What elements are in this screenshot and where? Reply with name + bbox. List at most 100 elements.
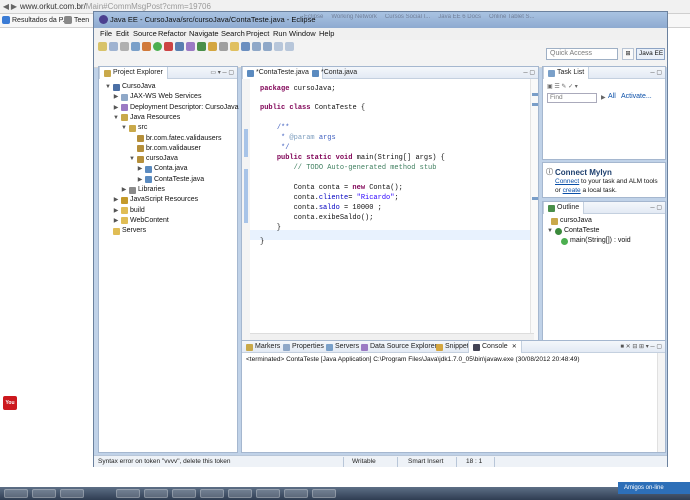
save-icon[interactable] [109, 42, 118, 51]
tab-data-source-explorer[interactable]: Data Source Explorer [357, 341, 441, 353]
new-package-icon[interactable] [186, 42, 195, 51]
outline-controls-icon[interactable]: ─ ▢ [650, 204, 662, 211]
tab-console[interactable]: Console ✕ [468, 341, 522, 353]
tree-item[interactable]: ▶ build [113, 206, 145, 216]
window-titlebar[interactable]: Java EE - CursoJava/src/cursoJava/ContaT… [94, 12, 667, 28]
tree-item[interactable]: ▼ Java Resources [113, 113, 180, 123]
menu-search[interactable]: Search [221, 29, 245, 38]
tab-conta-java[interactable]: *Conta.java [308, 67, 361, 79]
open-type-icon[interactable] [208, 42, 217, 51]
back-icon[interactable] [274, 42, 283, 51]
taskbar-button[interactable] [228, 489, 252, 498]
tab-outline[interactable]: Outline [543, 202, 585, 214]
menu-navigate[interactable]: Navigate [189, 29, 219, 38]
new-java-project-icon[interactable] [175, 42, 184, 51]
taskbar-button[interactable] [60, 489, 84, 498]
bookmark-item[interactable]: Teen [64, 16, 89, 24]
taskbar-button[interactable] [284, 489, 308, 498]
tree-item[interactable]: ▼ cursoJava [129, 154, 178, 164]
perspective-java-ee[interactable]: Java EE [636, 48, 665, 60]
server-icon[interactable] [131, 42, 140, 51]
forward-icon[interactable] [285, 42, 294, 51]
collapse-arrow-icon[interactable]: ▼ [113, 113, 119, 123]
task-find-input[interactable]: Find [547, 93, 597, 103]
new-class-icon[interactable] [197, 42, 206, 51]
tab-project-explorer[interactable]: Project Explorer [99, 67, 168, 79]
collapse-arrow-icon[interactable]: ▼ [121, 123, 127, 133]
outline-method[interactable]: main(String[]) : void [561, 236, 631, 246]
forward-arrow-icon[interactable]: ▶ [10, 2, 18, 11]
external-tools-icon[interactable] [164, 42, 173, 51]
view-menu-icon[interactable]: ▭ ▾ ─ ▢ [210, 69, 234, 76]
mylyn-connect-link[interactable]: Connect [555, 178, 579, 185]
tree-item[interactable]: ▶ Libraries [121, 185, 165, 195]
task-list-controls-icon[interactable]: ─ ▢ [650, 69, 662, 76]
editor-minmax-icon[interactable]: ─ ▢ [523, 69, 535, 76]
menu-edit[interactable]: Edit [116, 29, 129, 38]
tree-item[interactable]: ▼ CursoJava [105, 82, 155, 92]
expand-arrow-icon[interactable]: ▶ [121, 185, 127, 195]
tree-item[interactable]: br.com.validauser [129, 144, 201, 154]
expand-arrow-icon[interactable]: ▶ [601, 94, 606, 101]
tree-item[interactable]: ▼ src [121, 123, 147, 133]
taskbar-button[interactable] [172, 489, 196, 498]
console-toolbar-icons[interactable]: ■ ✕ ⊟ ⊞ ▾ ─ ▢ [620, 343, 662, 350]
new-icon[interactable] [98, 42, 107, 51]
collapse-arrow-icon[interactable]: ▼ [129, 154, 135, 164]
youtube-icon[interactable]: You [3, 396, 17, 410]
expand-arrow-icon[interactable]: ▶ [113, 92, 119, 102]
menu-file[interactable]: File [100, 29, 112, 38]
debug-icon[interactable] [142, 42, 151, 51]
console-vertical-scrollbar[interactable] [657, 353, 665, 452]
previous-annotation-icon[interactable] [263, 42, 272, 51]
expand-arrow-icon[interactable]: ▶ [113, 195, 119, 205]
tree-item[interactable]: ▶ Deployment Descriptor: CursoJava [113, 103, 239, 113]
toggle-mark-icon[interactable] [241, 42, 250, 51]
search-icon[interactable] [219, 42, 228, 51]
menu-source[interactable]: Source [133, 29, 157, 38]
taskbar-button[interactable] [312, 489, 336, 498]
expand-arrow-icon[interactable]: ▶ [137, 164, 143, 174]
menu-run[interactable]: Run [273, 29, 287, 38]
tree-item[interactable]: ▶ JavaScript Resources [113, 195, 198, 205]
task-toolbar-icons[interactable]: ▣ ☰ ✎ ✓ ▾ [547, 83, 578, 90]
taskbar-button[interactable] [4, 489, 28, 498]
quick-access-input[interactable]: Quick Access [546, 48, 618, 60]
taskbar-button[interactable] [256, 489, 280, 498]
collapse-arrow-icon[interactable]: ▼ [105, 82, 111, 92]
task-all-link[interactable]: All [608, 93, 616, 100]
taskbar-button[interactable] [32, 489, 56, 498]
tree-item[interactable]: ▶ WebContent [113, 216, 169, 226]
outline-class[interactable]: ▼ ContaTeste [547, 226, 599, 236]
tree-item[interactable]: ▶ ContaTeste.java [137, 175, 204, 185]
tree-item[interactable]: br.com.fatec.validausers [129, 134, 221, 144]
tree-item[interactable]: Servers [105, 226, 146, 236]
expand-arrow-icon[interactable]: ▶ [113, 216, 119, 226]
outline-package[interactable]: cursoJava [551, 216, 592, 226]
menu-window[interactable]: Window [289, 29, 316, 38]
amigos-online-button[interactable]: Amigos on-line [618, 482, 690, 494]
tab-task-list[interactable]: Task List [543, 67, 590, 79]
tree-item[interactable]: ▶ Conta.java [137, 164, 187, 174]
open-perspective-icon[interactable]: ⊞ [622, 48, 634, 60]
task-activate-link[interactable]: Activate... [621, 93, 652, 100]
close-icon[interactable]: ✕ [512, 341, 517, 353]
browser-url[interactable]: www.orkut.com.br/Main#CommMsgPost?cmm=19… [20, 2, 211, 11]
tab-properties[interactable]: Properties [279, 341, 328, 353]
menu-project[interactable]: Project [246, 29, 269, 38]
taskbar-button[interactable] [144, 489, 168, 498]
run-icon[interactable] [153, 42, 162, 51]
tree-item[interactable]: ▶ JAX-WS Web Services [113, 92, 201, 102]
taskbar-button[interactable] [116, 489, 140, 498]
expand-arrow-icon[interactable]: ▶ [137, 175, 143, 185]
annotation-icon[interactable] [230, 42, 239, 51]
taskbar-button[interactable] [200, 489, 224, 498]
back-arrow-icon[interactable]: ◀ [2, 2, 10, 11]
mylyn-create-link[interactable]: create [563, 187, 581, 194]
menu-help[interactable]: Help [319, 29, 334, 38]
next-annotation-icon[interactable] [252, 42, 261, 51]
print-icon[interactable] [120, 42, 129, 51]
bookmark-item[interactable]: Resultados da P... [2, 16, 68, 24]
tab-markers[interactable]: Markers [242, 341, 284, 353]
expand-arrow-icon[interactable]: ▶ [113, 103, 119, 113]
